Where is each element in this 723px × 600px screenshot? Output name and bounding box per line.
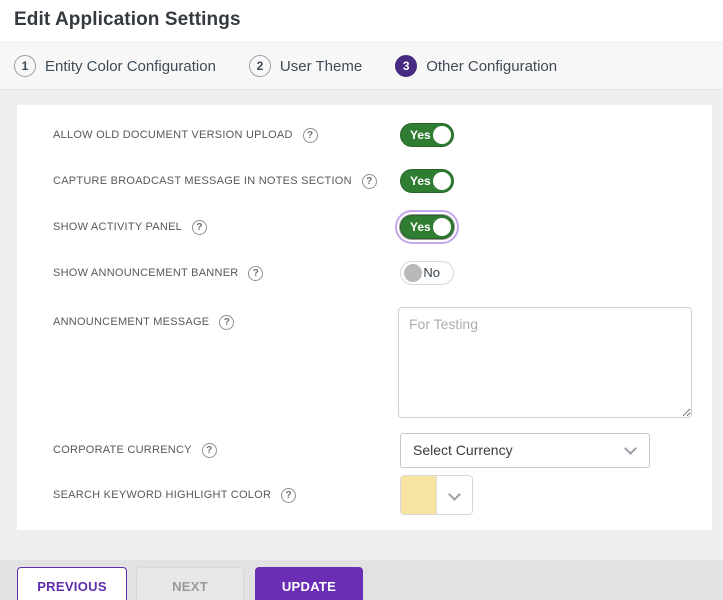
color-swatch [401,476,437,514]
label-show-activity-panel: SHOW ACTIVITY PANEL ? [53,217,207,237]
label-corporate-currency: CORPORATE CURRENCY ? [53,440,217,460]
step-1-number-badge: 1 [14,55,36,77]
toggle-knob [404,264,422,282]
help-icon[interactable]: ? [219,315,234,330]
help-icon[interactable]: ? [281,488,296,503]
chevron-down-icon [448,488,461,501]
step-user-theme[interactable]: 2 User Theme [249,55,362,77]
label-search-keyword-highlight-color: SEARCH KEYWORD HIGHLIGHT COLOR ? [53,485,296,505]
step-1-label: Entity Color Configuration [45,58,216,75]
help-icon[interactable]: ? [248,266,263,281]
help-icon[interactable]: ? [362,174,377,189]
step-other-configuration[interactable]: 3 Other Configuration [395,55,557,77]
toggle-capture-broadcast-message[interactable]: Yes [400,169,454,193]
announcement-message-textarea[interactable] [398,307,692,418]
update-button[interactable]: UPDATE [255,567,363,600]
page-title: Edit Application Settings [14,9,241,31]
label-allow-old-document-version-upload: ALLOW OLD DOCUMENT VERSION UPLOAD ? [53,125,318,145]
step-2-number-badge: 2 [249,55,271,77]
toggle-knob [433,126,451,144]
toggle-knob [433,218,451,236]
title-bar: Edit Application Settings [0,0,723,42]
label-announcement-message: ANNOUNCEMENT MESSAGE ? [53,312,234,332]
toggle-knob [433,172,451,190]
footer-action-bar: PREVIOUS NEXT UPDATE [0,560,723,600]
toggle-state-label: Yes [410,123,431,147]
previous-button[interactable]: PREVIOUS [17,567,127,600]
help-icon[interactable]: ? [202,443,217,458]
help-icon[interactable]: ? [192,220,207,235]
toggle-allow-old-document-version-upload[interactable]: Yes [400,123,454,147]
toggle-state-label: Yes [410,169,431,193]
step-entity-color-configuration[interactable]: 1 Entity Color Configuration [14,55,216,77]
label-show-announcement-banner: SHOW ANNOUNCEMENT BANNER ? [53,263,263,283]
step-2-label: User Theme [280,58,362,75]
wizard-stepper: 1 Entity Color Configuration 2 User Them… [0,42,723,90]
toggle-state-label: Yes [410,215,431,239]
label-capture-broadcast-message: CAPTURE BROADCAST MESSAGE IN NOTES SECTI… [53,171,377,191]
chevron-down-icon [624,442,637,455]
edit-application-settings-page: Edit Application Settings 1 Entity Color… [0,0,723,600]
toggle-show-activity-panel[interactable]: Yes [400,215,454,239]
selected-currency-value: Select Currency [413,434,513,467]
help-icon[interactable]: ? [303,128,318,143]
other-configuration-panel: ALLOW OLD DOCUMENT VERSION UPLOAD ? Yes … [17,105,712,530]
toggle-state-label: No [423,261,440,285]
next-button[interactable]: NEXT [136,567,244,600]
step-3-number-badge: 3 [395,55,417,77]
content-background: ALLOW OLD DOCUMENT VERSION UPLOAD ? Yes … [0,90,723,560]
corporate-currency-select[interactable]: Select Currency [400,433,650,468]
toggle-show-announcement-banner[interactable]: No [400,261,454,285]
highlight-color-picker[interactable] [400,475,473,515]
step-3-label: Other Configuration [426,58,557,75]
